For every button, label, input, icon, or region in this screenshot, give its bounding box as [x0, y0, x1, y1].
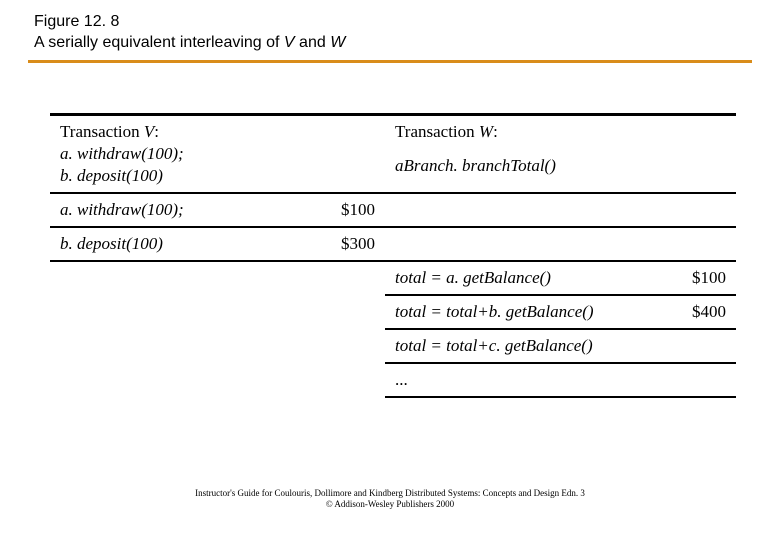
w-amount: $400	[646, 295, 736, 329]
table-row: a. withdraw(100); $100	[50, 193, 736, 227]
w-amount: $100	[646, 261, 736, 295]
v-op	[50, 329, 285, 363]
header-v-title-pre: Transaction	[60, 122, 144, 141]
w-amount	[646, 329, 736, 363]
caption-var-w: W	[330, 34, 345, 51]
header-v-amount	[285, 115, 385, 194]
w-op: total = a. getBalance()	[385, 261, 646, 295]
table-row: ...	[50, 363, 736, 397]
footer-line2: © Addison-Wesley Publishers 2000	[0, 499, 780, 510]
header-v-line1: a. withdraw(100);	[60, 144, 275, 164]
v-amount	[285, 329, 385, 363]
header-v-line2: b. deposit(100)	[60, 166, 275, 186]
footer: Instructor's Guide for Coulouris, Dollim…	[0, 488, 780, 511]
w-amount	[646, 363, 736, 397]
v-op: b. deposit(100)	[50, 227, 285, 261]
header-v-title-var: V	[144, 122, 154, 141]
header-w-line1: aBranch. branchTotal()	[395, 156, 636, 176]
w-op: total = total+b. getBalance()	[385, 295, 646, 329]
header-w-title-var: W	[479, 122, 493, 141]
w-op: ...	[385, 363, 646, 397]
header-w-title-colon: :	[493, 122, 498, 141]
header-v: Transaction V: a. withdraw(100); b. depo…	[50, 115, 285, 194]
table-row: total = a. getBalance() $100	[50, 261, 736, 295]
caption-join: and	[295, 34, 331, 51]
slide-page: Figure 12. 8 A serially equivalent inter…	[0, 0, 780, 540]
header-w-title-pre: Transaction	[395, 122, 479, 141]
w-amount	[646, 193, 736, 227]
header-w: Transaction W: aBranch. branchTotal()	[385, 115, 646, 194]
v-amount	[285, 295, 385, 329]
interleaving-table-wrap: Transaction V: a. withdraw(100); b. depo…	[50, 113, 736, 398]
v-op	[50, 363, 285, 397]
table-row: total = total+c. getBalance()	[50, 329, 736, 363]
w-op	[385, 193, 646, 227]
caption-prefix: A serially equivalent interleaving of	[34, 34, 284, 51]
v-amount	[285, 363, 385, 397]
w-amount	[646, 227, 736, 261]
header-w-amount	[646, 115, 736, 194]
v-op: a. withdraw(100);	[50, 193, 285, 227]
w-op	[385, 227, 646, 261]
header-v-title-colon: :	[154, 122, 159, 141]
v-op	[50, 261, 285, 295]
v-amount: $300	[285, 227, 385, 261]
table-row: total = total+b. getBalance() $400	[50, 295, 736, 329]
v-amount: $100	[285, 193, 385, 227]
figure-label: Figure 12. 8	[34, 12, 752, 32]
interleaving-table: Transaction V: a. withdraw(100); b. depo…	[50, 113, 736, 398]
v-amount	[285, 261, 385, 295]
table-row: b. deposit(100) $300	[50, 227, 736, 261]
v-op	[50, 295, 285, 329]
figure-caption: A serially equivalent interleaving of V …	[34, 34, 752, 52]
table-header-row: Transaction V: a. withdraw(100); b. depo…	[50, 115, 736, 194]
footer-line1: Instructor's Guide for Coulouris, Dollim…	[0, 488, 780, 499]
divider-orange	[28, 60, 752, 63]
w-op: total = total+c. getBalance()	[385, 329, 646, 363]
caption-var-v: V	[284, 34, 295, 51]
